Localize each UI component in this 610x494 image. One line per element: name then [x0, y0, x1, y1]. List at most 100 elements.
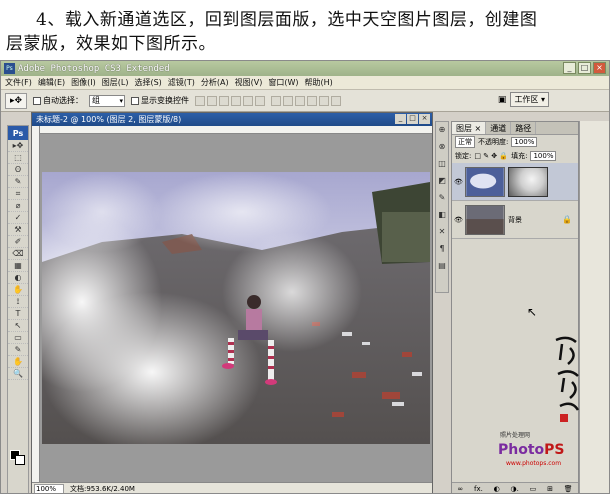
- auto-select-dropdown[interactable]: 组: [89, 94, 125, 107]
- menu-image[interactable]: 图像(I): [71, 77, 96, 88]
- lock-icons[interactable]: □ ✎ ✥ 🔒: [474, 152, 508, 160]
- menu-window[interactable]: 窗口(W): [268, 77, 298, 88]
- document-size[interactable]: 文档:953.6K/2.40M: [70, 484, 135, 494]
- maximize-button[interactable]: □: [578, 62, 591, 74]
- tab-layers[interactable]: 图层 ×: [452, 122, 487, 134]
- align-left-icon[interactable]: [231, 95, 241, 106]
- layer-row-background[interactable]: 👁 背景 🔒: [452, 201, 578, 239]
- type-tool-icon[interactable]: T: [8, 308, 28, 320]
- link-layers-icon[interactable]: ∞: [457, 485, 463, 493]
- notes-tool-icon[interactable]: ✎: [8, 344, 28, 356]
- document-title-bar[interactable]: 未标题-2 @ 100% (图层 2, 图层蒙版/8) _ □ ×: [32, 113, 432, 126]
- show-transform-option[interactable]: 显示变换控件: [131, 95, 189, 106]
- dock-layer-comps-icon[interactable]: ▤: [436, 261, 448, 275]
- adjustment-layer-icon[interactable]: ◑.: [511, 485, 519, 493]
- background-color-swatch[interactable]: [15, 455, 25, 465]
- panel-tabs: 图层 × 通道 路径: [452, 122, 578, 135]
- distribute-hcenter-icon[interactable]: [319, 95, 329, 106]
- visibility-eye-icon[interactable]: 👁: [454, 178, 463, 186]
- align-hcenter-icon[interactable]: [243, 95, 253, 106]
- tab-paths[interactable]: 路径: [511, 122, 537, 134]
- layer-style-icon[interactable]: fx.: [474, 485, 483, 493]
- show-transform-label: 显示变换控件: [141, 96, 189, 105]
- marquee-tool-icon[interactable]: ⬚: [8, 152, 28, 164]
- zoom-level-field[interactable]: 100%: [34, 483, 64, 493]
- layer-mask-thumbnail[interactable]: [508, 166, 548, 197]
- menu-analysis[interactable]: 分析(A): [201, 77, 229, 88]
- direct-select-icon[interactable]: ↖: [8, 320, 28, 332]
- distribute-right-icon[interactable]: [331, 95, 341, 106]
- eraser-tool-icon[interactable]: ⌫: [8, 248, 28, 260]
- dock-navigator-icon[interactable]: ⊕: [436, 125, 448, 139]
- shape-tool-icon[interactable]: ▭: [8, 332, 28, 344]
- auto-select-option[interactable]: 自动选择：: [33, 95, 83, 106]
- add-mask-icon[interactable]: ◐: [494, 485, 500, 493]
- slice-tool-icon[interactable]: ⌀: [8, 200, 28, 212]
- minimize-button[interactable]: _: [563, 62, 576, 74]
- document-window: 未标题-2 @ 100% (图层 2, 图层蒙版/8) _ □ × 100% 文…: [31, 112, 433, 494]
- dock-brushes-icon[interactable]: ✎: [436, 193, 448, 207]
- distribute-left-icon[interactable]: [307, 95, 317, 106]
- menu-filter[interactable]: 滤镜(T): [168, 77, 195, 88]
- stamp-tool-icon[interactable]: ✐: [8, 236, 28, 248]
- align-buttons: [195, 95, 265, 106]
- path-select-icon[interactable]: ⟟: [8, 296, 28, 308]
- show-transform-checkbox[interactable]: [131, 96, 139, 105]
- distribute-top-icon[interactable]: [271, 95, 281, 106]
- distribute-vcenter-icon[interactable]: [283, 95, 293, 106]
- distribute-bottom-icon[interactable]: [295, 95, 305, 106]
- zoom-tool-icon[interactable]: 🔍: [8, 368, 28, 380]
- canvas-area[interactable]: [40, 134, 432, 482]
- dock-info-icon[interactable]: ◫: [436, 159, 448, 173]
- dock-paragraph-icon[interactable]: ¶: [436, 244, 448, 258]
- move-tool-preset-icon[interactable]: ▸✥: [5, 92, 27, 109]
- auto-select-label: 自动选择：: [43, 96, 83, 105]
- brush-tool-icon[interactable]: ⚒: [8, 224, 28, 236]
- lasso-tool-icon[interactable]: ʘ: [8, 164, 28, 176]
- doc-minimize-button[interactable]: _: [395, 114, 406, 124]
- dodge-tool-icon[interactable]: ◐: [8, 272, 28, 284]
- menu-file[interactable]: 文件(F): [5, 77, 32, 88]
- workspace-button[interactable]: 工作区 ▾: [510, 92, 549, 107]
- blend-mode-select[interactable]: 正常: [455, 136, 475, 148]
- pen-tool-icon[interactable]: ✋: [8, 284, 28, 296]
- menu-layer[interactable]: 图层(L): [102, 77, 129, 88]
- auto-select-checkbox[interactable]: [33, 96, 41, 105]
- menu-select[interactable]: 选择(S): [134, 77, 161, 88]
- align-right-icon[interactable]: [255, 95, 265, 106]
- visibility-eye-icon[interactable]: 👁: [454, 216, 463, 224]
- menu-view[interactable]: 视图(V): [235, 77, 263, 88]
- dock-clone-source-icon[interactable]: ◧: [436, 210, 448, 224]
- align-vcenter-icon[interactable]: [207, 95, 217, 106]
- fill-field[interactable]: 100%: [530, 151, 557, 161]
- delete-layer-icon[interactable]: 🗑: [564, 485, 573, 493]
- horizontal-ruler: [40, 126, 432, 134]
- hand-tool-icon[interactable]: ✋: [8, 356, 28, 368]
- close-button[interactable]: ×: [593, 62, 606, 74]
- bridge-icon[interactable]: ▣: [498, 95, 507, 105]
- right-margin: [579, 121, 609, 493]
- align-bottom-icon[interactable]: [219, 95, 229, 106]
- menu-edit[interactable]: 编辑(E): [38, 77, 65, 88]
- align-top-icon[interactable]: [195, 95, 205, 106]
- layer-row-sky[interactable]: 👁: [452, 163, 578, 201]
- tutorial-caption: 4、载入新通道选区，回到图层面版，选中天空图片图层，创建图 层蒙版，效果如下图所…: [0, 0, 610, 60]
- opacity-field[interactable]: 100%: [511, 137, 538, 147]
- dock-histogram-icon[interactable]: ⊗: [436, 142, 448, 156]
- dock-swatches-icon[interactable]: ◩: [436, 176, 448, 190]
- crop-tool-icon[interactable]: ⌗: [8, 188, 28, 200]
- new-layer-icon[interactable]: ⊞: [547, 485, 553, 493]
- move-tool-icon[interactable]: ▸✥: [8, 140, 28, 152]
- tab-channels[interactable]: 通道: [486, 122, 512, 134]
- menu-bar: 文件(F) 编辑(E) 图像(I) 图层(L) 选择(S) 滤镜(T) 分析(A…: [1, 76, 609, 90]
- title-bar[interactable]: Ps Adobe Photoshop CS3 Extended _ □ ×: [1, 61, 609, 76]
- dock-tool-presets-icon[interactable]: ✕: [436, 227, 448, 241]
- canvas-image[interactable]: [42, 172, 430, 444]
- menu-help[interactable]: 帮助(H): [305, 77, 333, 88]
- gradient-tool-icon[interactable]: ▦: [8, 260, 28, 272]
- doc-maximize-button[interactable]: □: [407, 114, 418, 124]
- new-group-icon[interactable]: ▭: [530, 485, 537, 493]
- doc-close-button[interactable]: ×: [419, 114, 430, 124]
- healing-tool-icon[interactable]: ✓: [8, 212, 28, 224]
- magic-wand-tool-icon[interactable]: ✎: [8, 176, 28, 188]
